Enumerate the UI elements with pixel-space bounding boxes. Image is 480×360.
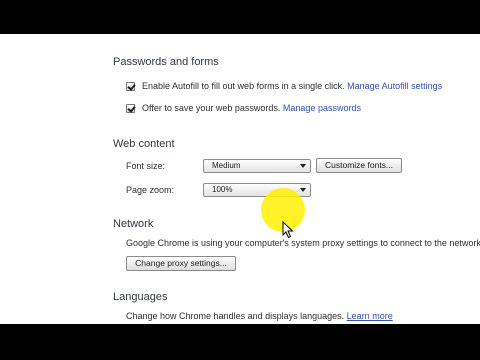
settings-panel: Passwords and forms Enable Autofill to f… <box>0 34 480 324</box>
mouse-pointer-icon <box>282 220 294 244</box>
section-title-network: Network <box>113 218 154 230</box>
network-description: Google Chrome is using your computer's s… <box>126 238 480 248</box>
change-proxy-settings-button[interactable]: Change proxy settings... <box>126 256 236 271</box>
languages-description: Change how Chrome handles and displays l… <box>126 311 345 321</box>
autofill-checkbox[interactable] <box>126 82 135 91</box>
manage-passwords-link[interactable]: Manage passwords <box>283 103 361 113</box>
page-zoom-value: 100% <box>212 185 233 194</box>
save-passwords-row: Offer to save your web passwords. Manage… <box>142 103 361 113</box>
section-title-languages: Languages <box>113 291 168 303</box>
learn-more-link[interactable]: Learn more <box>347 311 393 321</box>
chevron-down-icon <box>300 188 306 192</box>
languages-row: Change how Chrome handles and displays l… <box>126 311 393 321</box>
section-title-web-content: Web content <box>113 138 175 150</box>
save-passwords-label: Offer to save your web passwords. <box>142 103 281 113</box>
save-passwords-checkbox[interactable] <box>126 104 135 113</box>
section-title-passwords-forms: Passwords and forms <box>113 56 219 68</box>
font-size-value: Medium <box>212 161 241 170</box>
chevron-down-icon <box>300 164 306 168</box>
customize-fonts-button[interactable]: Customize fonts... <box>316 158 402 173</box>
font-size-label: Font size: <box>126 161 166 171</box>
autofill-row: Enable Autofill to fill out web forms in… <box>142 81 442 91</box>
autofill-label: Enable Autofill to fill out web forms in… <box>142 81 345 91</box>
manage-autofill-link[interactable]: Manage Autofill settings <box>347 81 442 91</box>
page-zoom-label: Page zoom: <box>126 185 175 195</box>
font-size-select[interactable]: Medium <box>203 159 311 173</box>
